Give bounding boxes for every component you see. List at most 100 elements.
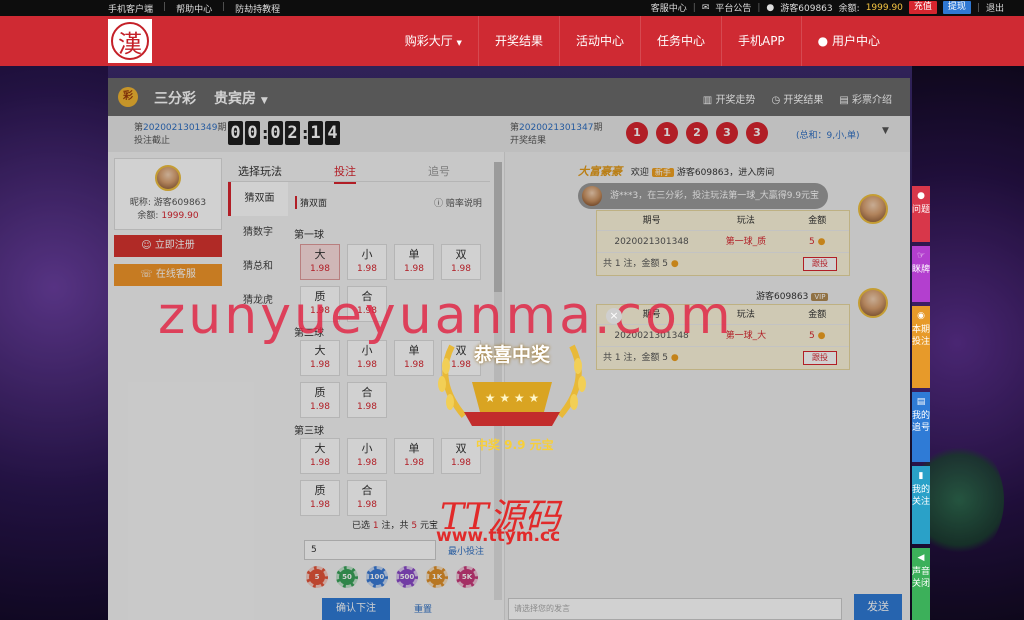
play-type-item[interactable]: 猜双面	[228, 182, 288, 216]
site-logo[interactable]: 漢	[108, 19, 152, 63]
sel-pre: 已选	[352, 521, 371, 531]
scrollbar-thumb[interactable]	[494, 162, 502, 292]
help-center-link[interactable]: 帮助中心	[176, 2, 212, 15]
intro-link[interactable]: ▤ 彩票介绍	[839, 91, 892, 106]
room-name: 贵宾房	[214, 91, 256, 107]
recharge-button[interactable]: 充值	[908, 1, 937, 14]
col-amount: 金额	[808, 310, 827, 320]
nav-activities[interactable]: 活动中心	[560, 16, 641, 66]
bet-option[interactable]: 质 1.98	[300, 480, 340, 516]
withdraw-button[interactable]: 提现	[942, 1, 971, 14]
chat-input[interactable]: 请选择您的发言	[508, 598, 842, 620]
avatar[interactable]	[155, 165, 181, 191]
bet-option[interactable]: 大 1.98	[300, 438, 340, 474]
bet-option[interactable]: 小 1.98	[347, 244, 387, 280]
rule-title: 猜双面	[295, 196, 327, 209]
timer-digit: 0	[228, 121, 243, 145]
nav-user-center[interactable]: ● 用户中心	[802, 16, 896, 66]
play-type-item[interactable]: 猜总和	[228, 250, 288, 284]
sel-count: 1	[372, 521, 379, 531]
chevron-down-icon[interactable]: ▼	[882, 126, 889, 136]
timer-colon: :	[302, 123, 309, 143]
bet-option[interactable]: 单 1.98	[394, 438, 434, 474]
bet-option[interactable]: 小 1.98	[347, 438, 387, 474]
avatar[interactable]	[858, 194, 888, 224]
chip-1k[interactable]: 1K	[426, 566, 448, 588]
amount-value: 5	[809, 331, 815, 341]
bet-option[interactable]: 合 1.98	[347, 480, 387, 516]
tab-chase[interactable]: 追号	[428, 163, 450, 179]
trend-link[interactable]: ▥ 开奖走势	[703, 91, 756, 106]
username: 游客609863	[756, 292, 809, 302]
reset-button[interactable]: 重置	[414, 602, 432, 615]
option-odds: 1.98	[309, 402, 331, 412]
chip-50[interactable]: 50	[336, 566, 358, 588]
notice-link[interactable]: 平台公告	[715, 1, 751, 14]
option-odds: 1.98	[309, 500, 331, 510]
bet-option[interactable]: 大 1.98	[300, 244, 340, 280]
bet-amount: 5 ●	[786, 325, 850, 346]
tab-bet[interactable]: 投注	[334, 163, 356, 184]
follow-bet-button[interactable]: 跟投	[803, 351, 837, 365]
coin-icon: ●	[817, 237, 826, 247]
choose-play-label: 选择玩法	[238, 165, 282, 178]
option-odds: 1.98	[450, 458, 472, 468]
results-link[interactable]: ◷ 开奖结果	[771, 91, 823, 106]
col-play: 玩法	[736, 216, 755, 226]
nav-lottery-hall[interactable]: 购彩大厅 ▼	[389, 16, 479, 66]
username[interactable]: 游客609863	[780, 1, 832, 14]
timer-digit: 1	[308, 121, 323, 145]
sidebar-my-chase[interactable]: ▤ 我的追号	[912, 392, 930, 462]
nav-results[interactable]: 开奖结果	[479, 16, 560, 66]
bet-option[interactable]: 单 1.98	[394, 244, 434, 280]
close-icon[interactable]: ×	[606, 308, 622, 324]
brand-url: www.ttym.cc	[436, 526, 561, 546]
bet-amount-input[interactable]: 5	[304, 540, 436, 560]
bet-option[interactable]: 合 1.98	[347, 382, 387, 418]
mobile-client-link[interactable]: 手机客户端	[108, 2, 153, 15]
logout-link[interactable]: 退出	[986, 1, 1004, 14]
col-issue: 期号	[642, 216, 661, 226]
amount-value: 5	[809, 237, 815, 247]
follow-bet-button[interactable]: 跟投	[803, 257, 837, 271]
background-left-decor	[0, 66, 108, 620]
register-button[interactable]: ☺ 立即注册	[114, 235, 222, 257]
bet-option[interactable]: 质 1.98	[300, 382, 340, 418]
link-label: 彩票介绍	[852, 95, 892, 106]
chip-500[interactable]: 500	[396, 566, 418, 588]
option-odds: 1.98	[356, 264, 378, 274]
chip-5[interactable]: 5	[306, 566, 328, 588]
room-selector[interactable]: 贵宾房 ▼	[214, 88, 268, 108]
anti-hijack-link[interactable]: 防劫持教程	[235, 2, 280, 15]
sidebar-following[interactable]: ▮ 我的关注	[912, 466, 930, 544]
balance-label: 余额:	[137, 211, 159, 221]
sidebar-sound-off[interactable]: ◀ 声音关闭	[912, 548, 930, 620]
avatar[interactable]	[858, 288, 888, 318]
timer-digit: 2	[285, 121, 300, 145]
nav-tasks[interactable]: 任务中心	[641, 16, 722, 66]
balance-line: 余额: 1999.90	[115, 208, 221, 221]
newbie-tag: 新手	[651, 168, 674, 177]
chip-100[interactable]: 100	[366, 566, 388, 588]
service-center-link[interactable]: 客服中心	[651, 1, 687, 14]
odds-help[interactable]: ⓘ 赔率说明	[434, 196, 482, 209]
bet-option[interactable]: 双 1.98	[441, 244, 481, 280]
online-service-button[interactable]: ☏ 在线客服	[114, 264, 222, 286]
document-icon: ▤	[916, 397, 926, 407]
play-type-item[interactable]: 猜数字	[228, 216, 288, 250]
confirm-bet-button[interactable]: 确认下注	[322, 598, 390, 620]
notice-icon: ✉	[701, 2, 710, 13]
option-name: 双	[455, 248, 467, 261]
nav-mobile-app[interactable]: 手机APP	[722, 16, 802, 66]
send-button[interactable]: 发送	[854, 594, 902, 620]
sidebar-question[interactable]: ● 问题	[912, 186, 930, 242]
chevron-down-icon: ▼	[456, 39, 462, 47]
divider: |	[222, 2, 226, 12]
sidebar-peek[interactable]: ☞ 眯牌	[912, 246, 930, 302]
bet-option[interactable]: 双 1.98	[441, 438, 481, 474]
link-label: 开奖走势	[715, 95, 756, 106]
button-label: 立即注册	[154, 240, 195, 251]
chip-5k[interactable]: 5K	[456, 566, 478, 588]
option-name: 小	[361, 442, 373, 455]
sidebar-current-bets[interactable]: ◉ 本期投注	[912, 306, 930, 388]
